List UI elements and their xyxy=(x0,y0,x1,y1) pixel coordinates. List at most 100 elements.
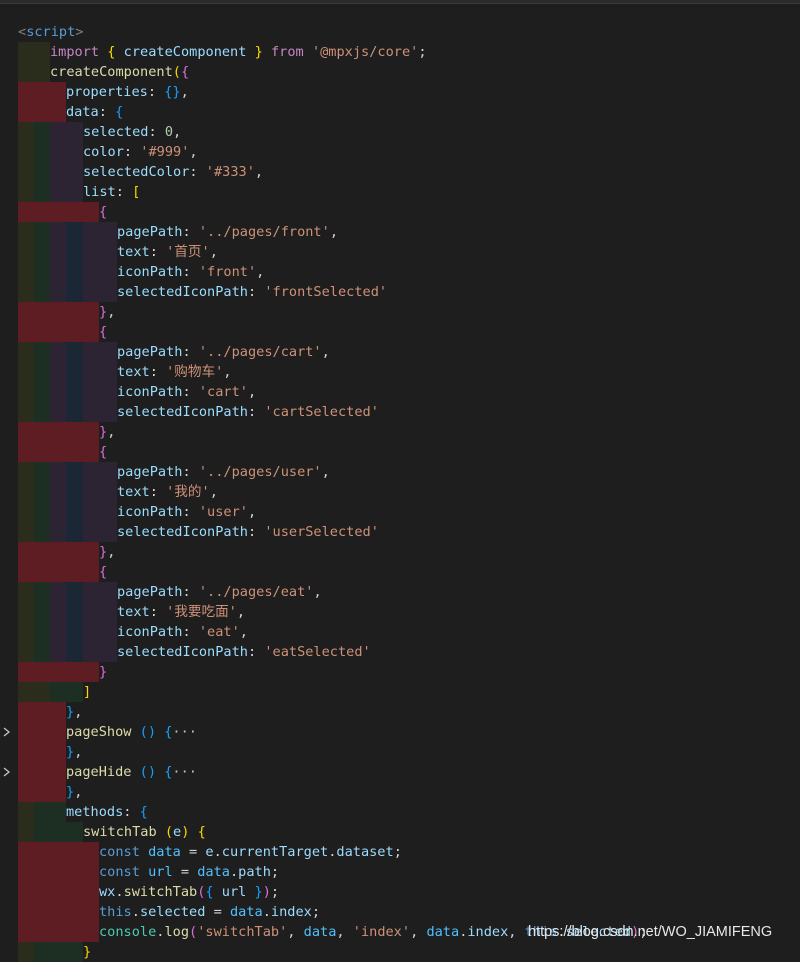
code-line[interactable]: iconPath: 'user', xyxy=(0,502,800,522)
code-token: : xyxy=(182,384,199,400)
code-line[interactable]: selectedIconPath: 'cartSelected' xyxy=(0,402,800,422)
code-token: , xyxy=(508,924,525,940)
indent-guide xyxy=(18,662,34,682)
indent-guide xyxy=(50,202,66,222)
code-line[interactable]: selected: 0, xyxy=(0,122,800,142)
code-line[interactable]: pageShow () {··· xyxy=(0,722,800,742)
code-line[interactable]: { xyxy=(0,562,800,582)
code-line[interactable]: ] xyxy=(0,682,800,702)
code-line[interactable]: text: '购物车', xyxy=(0,362,800,382)
indent-guide xyxy=(66,882,83,902)
code-token: ; xyxy=(270,864,280,880)
indent-guide xyxy=(18,862,34,882)
indent-guide xyxy=(50,242,66,262)
code-line[interactable]: } xyxy=(0,942,800,962)
code-line[interactable]: properties: {}, xyxy=(0,82,800,102)
indent-guide xyxy=(50,482,66,502)
chevron-right-icon[interactable] xyxy=(3,762,13,782)
code-line[interactable]: text: '我要吃面', xyxy=(0,602,800,622)
indent-guide xyxy=(99,482,117,502)
code-line[interactable]: import { createComponent } from '@mpxjs/… xyxy=(0,42,800,62)
code-tokens: } xyxy=(99,662,107,682)
indent-guide xyxy=(34,302,50,322)
indent-guide xyxy=(50,802,66,822)
code-line[interactable]: pageHide () {··· xyxy=(0,762,800,782)
code-line[interactable]: data: { xyxy=(0,102,800,122)
code-tokens: }, xyxy=(66,782,82,802)
indent-guide xyxy=(18,502,34,522)
code-line[interactable]: selectedIconPath: 'eatSelected' xyxy=(0,642,800,662)
code-token: wx xyxy=(99,884,116,900)
code-token: > xyxy=(75,24,84,40)
code-line[interactable]: { xyxy=(0,202,800,222)
indent-guide xyxy=(99,362,117,382)
code-token: ; xyxy=(270,884,280,900)
code-line[interactable]: const data = e.currentTarget.dataset; xyxy=(0,842,800,862)
chevron-right-icon[interactable] xyxy=(3,722,13,742)
indent-guide xyxy=(99,242,117,262)
code-line[interactable]: methods: { xyxy=(0,802,800,822)
code-line[interactable]: const url = data.path; xyxy=(0,862,800,882)
code-tokens: ] xyxy=(83,682,91,702)
code-tokens: }, xyxy=(66,742,82,762)
indent-guide xyxy=(18,342,34,362)
code-token: , xyxy=(254,164,264,180)
code-token: 'user' xyxy=(198,504,248,520)
code-tokens: selectedIconPath: 'eatSelected' xyxy=(117,642,371,662)
code-line[interactable]: { xyxy=(0,442,800,462)
indent-guide xyxy=(50,942,66,962)
code-line[interactable]: } xyxy=(0,662,800,682)
code-line[interactable]: }, xyxy=(0,302,800,322)
code-line[interactable]: selectedIconPath: 'userSelected' xyxy=(0,522,800,542)
indent-guide xyxy=(34,222,50,242)
code-line[interactable]: { xyxy=(0,322,800,342)
code-line[interactable]: selectedIconPath: 'frontSelected' xyxy=(0,282,800,302)
code-line[interactable]: text: '我的', xyxy=(0,482,800,502)
code-line[interactable]: color: '#999', xyxy=(0,142,800,162)
code-line[interactable]: iconPath: 'front', xyxy=(0,262,800,282)
indent-guide xyxy=(66,922,83,942)
code-line[interactable]: createComponent({ xyxy=(0,62,800,82)
code-line[interactable]: text: '首页', xyxy=(0,242,800,262)
indent-guide xyxy=(66,562,83,582)
code-line[interactable]: pagePath: '../pages/cart', xyxy=(0,342,800,362)
code-line[interactable]: iconPath: 'cart', xyxy=(0,382,800,402)
indent-guide xyxy=(18,302,34,322)
code-token: pageHide xyxy=(66,764,132,780)
indent-guide xyxy=(34,782,66,802)
code-line[interactable]: list: [ xyxy=(0,182,800,202)
indent-guide xyxy=(50,662,66,682)
indent-guide xyxy=(34,102,66,122)
code-line[interactable]: switchTab (e) { xyxy=(0,822,800,842)
indent-guide xyxy=(66,902,83,922)
code-line[interactable]: selectedColor: '#333', xyxy=(0,162,800,182)
code-line[interactable]: this.selected = data.index; xyxy=(0,902,800,922)
code-line[interactable]: wx.switchTab({ url }); xyxy=(0,882,800,902)
code-line[interactable]: pagePath: '../pages/front', xyxy=(0,222,800,242)
code-line[interactable]: }, xyxy=(0,422,800,442)
code-token: selectedIconPath xyxy=(117,644,248,660)
code-token: index xyxy=(467,924,509,940)
code-token: , xyxy=(236,604,246,620)
code-tokens: <script> xyxy=(18,22,83,42)
indent-guide xyxy=(34,702,66,722)
code-line[interactable]: }, xyxy=(0,542,800,562)
indent-guide xyxy=(34,762,66,782)
code-editor[interactable]: <script> import { createComponent } from … xyxy=(0,0,800,962)
code-token: '#333' xyxy=(205,164,255,180)
code-line[interactable]: }, xyxy=(0,702,800,722)
indent-guide xyxy=(83,662,99,682)
code-line[interactable]: pagePath: '../pages/eat', xyxy=(0,582,800,602)
indent-guide xyxy=(83,282,99,302)
indent-guide xyxy=(99,222,117,242)
code-token: currentTarget xyxy=(221,844,329,860)
indent-guide xyxy=(18,702,34,722)
code-line[interactable]: }, xyxy=(0,782,800,802)
indent-guide xyxy=(83,262,99,282)
code-line[interactable]: iconPath: 'eat', xyxy=(0,622,800,642)
code-line[interactable]: }, xyxy=(0,742,800,762)
indent-guide xyxy=(34,242,50,262)
code-line[interactable]: <script> xyxy=(0,22,800,42)
code-line[interactable]: pagePath: '../pages/user', xyxy=(0,462,800,482)
indent-guide xyxy=(99,262,117,282)
